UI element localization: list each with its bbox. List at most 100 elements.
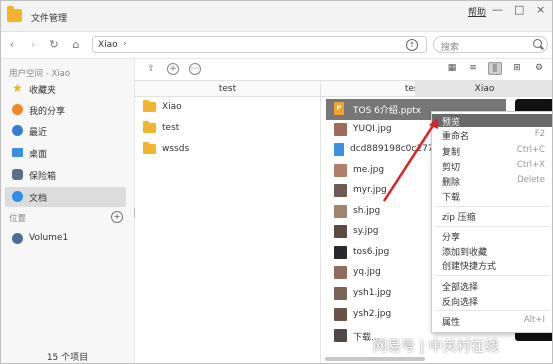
location-header: 位置 [9,214,27,224]
column-header-3[interactable]: Xiao [415,80,552,97]
folder-name: wssds [162,144,190,154]
add-location-button[interactable]: + [111,211,123,223]
search-icon[interactable] [533,39,542,48]
menu-item-copy[interactable]: 复制 Ctrl+C [432,144,552,158]
file-name: sy.jpg [353,226,379,236]
home-icon[interactable]: ⌂ [69,38,83,52]
list-item[interactable]: Xiao [135,98,320,118]
file-manager-window: 文件管理 帮助 — □ × ‹ › ↻ ⌂ Xiao › ↑ 搜索 用户空间 -… [0,0,553,364]
file-name: TOS 6介绍.pptx [353,106,422,116]
action-toolbar: ⇪ + ⋯ ▦ ≡ ⫼ ⊞ ⚙ [135,59,552,80]
list-view-icon[interactable]: ≡ [466,62,480,75]
sidebar-item-label: 文档 [29,194,48,204]
image-thumbnail [334,329,347,342]
new-tab-icon[interactable]: ⊞ [510,62,524,75]
add-icon[interactable]: + [167,63,179,75]
close-button[interactable]: × [536,3,545,16]
share-icon [12,104,23,115]
sidebar-item-my-share[interactable]: 我的分享 [5,100,126,120]
menu-item-shortcut: F2 [534,129,545,139]
sidebar-item-favorites[interactable]: ★ 收藏夹 [5,79,126,99]
menu-item-label: 添加到收藏 [442,248,488,258]
menu-separator [436,226,549,227]
upload-icon[interactable]: ⇪ [145,63,157,75]
nav-toolbar: ‹ › ↻ ⌂ Xiao › ↑ 搜索 [1,32,552,59]
column-view-icon[interactable]: ⫼ [488,62,502,75]
horizontal-scrollbar[interactable] [325,357,425,361]
path-segment[interactable]: Xiao [98,40,118,50]
folder-icon [143,142,156,154]
menu-item-label: 属性 [442,318,461,328]
clock-icon [12,125,23,136]
path-chevron-icon: › [123,39,127,49]
sidebar-item-label: Volume1 [29,233,69,243]
sidebar-item-documents[interactable]: 文档 [5,187,126,207]
file-name: dcd889198c0c277… [350,144,443,154]
sidebar-item-safe[interactable]: 保险箱 [5,165,126,185]
image-thumbnail [334,287,347,300]
column-header-1[interactable]: test [135,80,321,97]
pptx-file-icon: P [334,102,344,115]
menu-item-label: 下载 [442,193,461,203]
help-link[interactable]: 帮助 [468,5,486,18]
menu-item-label: 重命名 [442,132,470,142]
menu-item-delete[interactable]: 删除 Delete [432,174,552,188]
context-menu: 预览 重命名 F2 复制 Ctrl+C 剪切 Ctrl+X 删除 Delete … [431,111,552,333]
up-arrow-icon[interactable]: ↑ [406,39,418,51]
image-thumbnail [334,205,347,218]
image-thumbnail [334,308,347,321]
menu-item-shortcut: Ctrl+X [516,160,545,170]
list-item[interactable]: test [135,119,320,139]
image-thumbnail [334,246,347,259]
menu-separator [436,310,549,311]
sidebar-item-volume1[interactable]: Volume1 [5,229,126,249]
menu-item-share[interactable]: 分享 [432,229,552,243]
minimize-button[interactable]: — [492,3,503,16]
more-icon[interactable]: ⋯ [189,63,201,75]
search-placeholder: 搜索 [441,43,460,53]
file-name: myr.jpg [353,185,387,195]
item-count: 15 个项目 [46,353,89,363]
menu-item-zip[interactable]: zip 压缩 [432,209,552,223]
menu-item-label: 全部选择 [442,283,479,293]
grid-view-icon[interactable]: ▦ [445,62,459,75]
search-input[interactable]: 搜索 [433,36,548,53]
menu-item-select-all[interactable]: 全部选择 [432,279,552,293]
menu-item-add-favorite[interactable]: 添加到收藏 [432,244,552,258]
file-name: yq.jpg [353,267,381,277]
forward-arrow-icon[interactable]: › [26,38,40,52]
menu-item-properties[interactable]: 属性 Alt+I [432,314,552,328]
menu-item-download[interactable]: 下载 [432,189,552,203]
menu-item-preview[interactable]: 预览 [432,114,552,128]
document-icon [12,191,23,202]
image-thumbnail [334,164,347,177]
menu-item-invert-selection[interactable]: 反向选择 [432,294,552,308]
sidebar-item-label: 最近 [29,128,48,138]
desktop-icon [12,148,23,157]
maximize-button[interactable]: □ [514,3,524,16]
sidebar-item-recent[interactable]: 最近 [5,121,126,141]
menu-item-create-shortcut[interactable]: 创建快捷方式 [432,258,552,272]
window-title: 文件管理 [31,14,68,24]
image-thumbnail [334,266,347,279]
menu-item-label: 反向选择 [442,298,479,308]
file-name: ysh1.jpg [353,288,392,298]
image-thumbnail [334,184,347,197]
file-name: tos6.jpg [353,247,390,257]
folder-icon [143,121,156,133]
file-name: ysh2.jpg [353,309,392,319]
menu-item-rename[interactable]: 重命名 F2 [432,128,552,142]
image-thumbnail [334,225,347,238]
back-arrow-icon[interactable]: ‹ [5,38,19,52]
file-name: sh.jpg [353,206,381,216]
list-item[interactable]: wssds [135,140,320,160]
refresh-icon[interactable]: ↻ [47,38,61,52]
folder-name: Xiao [162,102,182,112]
path-bar[interactable]: Xiao › ↑ [92,36,427,53]
menu-item-shortcut: Delete [517,175,545,185]
gear-icon[interactable]: ⚙ [532,62,546,75]
file-icon [334,143,344,156]
menu-item-cut[interactable]: 剪切 Ctrl+X [432,159,552,173]
sidebar-item-desktop[interactable]: 桌面 [5,143,126,163]
menu-separator [436,275,549,276]
